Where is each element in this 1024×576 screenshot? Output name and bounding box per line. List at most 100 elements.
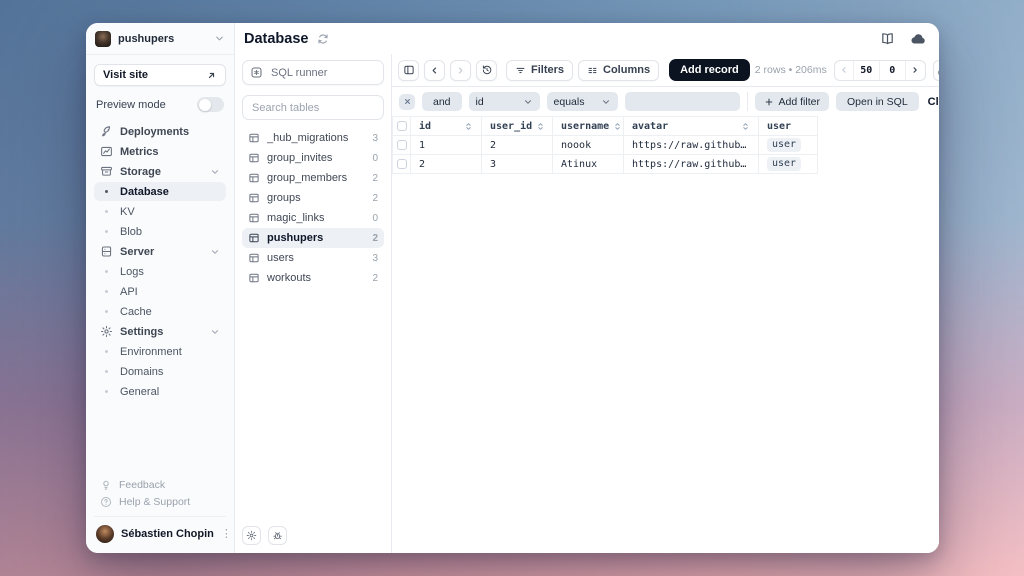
cell-user-id: 2 bbox=[482, 136, 553, 155]
sidebar-item-server[interactable]: Server bbox=[94, 242, 226, 261]
select-all-checkbox[interactable] bbox=[397, 121, 407, 131]
table-row[interactable]: 1 2 noook https://raw.githubusercon… use… bbox=[393, 136, 818, 155]
column-header-id[interactable]: id bbox=[411, 117, 482, 136]
sidebar-item-database[interactable]: Database bbox=[94, 182, 226, 201]
data-toolbar: Filters Columns Add record 2 rows • 206m… bbox=[392, 54, 939, 87]
sidebar-item-blob[interactable]: Blob bbox=[94, 222, 226, 241]
clear-filters-button[interactable]: Clear filters bbox=[926, 96, 939, 108]
sort-icon[interactable] bbox=[613, 122, 622, 131]
rocket-icon bbox=[100, 125, 113, 138]
sidebar-item-storage[interactable]: Storage bbox=[94, 162, 226, 181]
column-header-username[interactable]: username bbox=[553, 117, 624, 136]
row-count: 0 bbox=[372, 153, 378, 164]
tables-panel: SQL runner _hub_migrations 3 group_invit… bbox=[235, 54, 392, 553]
column-header-avatar[interactable]: avatar bbox=[624, 117, 759, 136]
preview-mode-toggle[interactable] bbox=[197, 97, 224, 112]
table-icon bbox=[248, 272, 260, 284]
cell-id: 2 bbox=[411, 155, 482, 174]
chart-icon bbox=[100, 145, 113, 158]
report-bug-button[interactable] bbox=[268, 526, 287, 545]
user-menu[interactable]: Sébastien Chopin ⋮ bbox=[94, 516, 226, 545]
cell-avatar: https://raw.githubusercon… bbox=[624, 136, 759, 155]
cell-username: Atinux bbox=[553, 155, 624, 174]
sql-runner-button[interactable]: SQL runner bbox=[242, 60, 384, 85]
table-item-groups[interactable]: groups 2 bbox=[242, 188, 384, 208]
row-count: 2 bbox=[372, 193, 378, 204]
sidebar-item-metrics[interactable]: Metrics bbox=[94, 142, 226, 161]
sidebar-item-kv[interactable]: KV bbox=[94, 202, 226, 221]
sort-icon[interactable] bbox=[741, 122, 750, 131]
ellipsis-vertical-icon[interactable]: ⋮ bbox=[221, 532, 231, 537]
help-support-link[interactable]: Help & Support bbox=[94, 493, 226, 510]
close-icon bbox=[403, 97, 412, 106]
page-prev-button[interactable] bbox=[835, 61, 854, 80]
add-filter-button[interactable]: Add filter bbox=[755, 92, 829, 111]
refresh-icon[interactable] bbox=[317, 33, 329, 45]
open-in-sql-button[interactable]: Open in SQL bbox=[836, 92, 919, 111]
table-item-group-invites[interactable]: group_invites 0 bbox=[242, 148, 384, 168]
feedback-link[interactable]: Feedback bbox=[94, 476, 226, 493]
table-icon bbox=[248, 212, 260, 224]
row-checkbox[interactable] bbox=[397, 159, 407, 169]
sidebar-item-environment[interactable]: Environment bbox=[94, 342, 226, 361]
cell-user: user bbox=[759, 155, 818, 174]
table-icon bbox=[248, 232, 260, 244]
history-button[interactable] bbox=[476, 60, 497, 81]
header-row: id user_id username avatar user bbox=[393, 117, 818, 136]
search-tables-input[interactable] bbox=[245, 102, 381, 114]
refresh-rows-button[interactable] bbox=[933, 60, 939, 81]
visit-site-button[interactable]: Visit site bbox=[94, 64, 226, 86]
column-header-user[interactable]: user bbox=[759, 117, 818, 136]
workspace-selector[interactable]: pushupers bbox=[86, 23, 234, 55]
book-open-icon[interactable] bbox=[880, 31, 895, 46]
columns-button[interactable]: Columns bbox=[578, 60, 659, 81]
table-item-workouts[interactable]: workouts 2 bbox=[242, 268, 384, 288]
result-stats: 2 rows • 206ms bbox=[755, 64, 827, 76]
page-number-value[interactable]: 0 bbox=[880, 61, 906, 80]
sidebar-item-logs[interactable]: Logs bbox=[94, 262, 226, 281]
filter-column-select[interactable]: id bbox=[469, 92, 540, 111]
page-size-value[interactable]: 50 bbox=[854, 61, 880, 80]
bullet-icon bbox=[100, 210, 113, 213]
next-table-button[interactable] bbox=[450, 60, 471, 81]
table-item-hub-migrations[interactable]: _hub_migrations 3 bbox=[242, 128, 384, 148]
sidebar-item-api[interactable]: API bbox=[94, 282, 226, 301]
column-header-user-id[interactable]: user_id bbox=[482, 117, 553, 136]
remove-filter-button[interactable] bbox=[399, 94, 415, 110]
sidebar-item-general[interactable]: General bbox=[94, 382, 226, 401]
gear-icon bbox=[100, 325, 113, 338]
sidebar-item-settings[interactable]: Settings bbox=[94, 322, 226, 341]
sidebar-item-deployments[interactable]: Deployments bbox=[94, 122, 226, 141]
toggle-panel-button[interactable] bbox=[398, 60, 419, 81]
sidebar-item-cache[interactable]: Cache bbox=[94, 302, 226, 321]
prev-table-button[interactable] bbox=[424, 60, 445, 81]
cloud-icon[interactable] bbox=[910, 31, 926, 47]
chevron-left-icon bbox=[839, 65, 849, 75]
data-grid: id user_id username avatar user 1 bbox=[392, 116, 818, 174]
filter-icon bbox=[515, 65, 526, 76]
bullet-icon bbox=[100, 290, 113, 293]
filter-operator-select[interactable]: equals bbox=[547, 92, 618, 111]
sidebar-nav: Deployments Metrics Storage Database bbox=[94, 122, 226, 401]
main-header: Database bbox=[235, 23, 939, 54]
filter-value-input[interactable] bbox=[625, 92, 740, 111]
table-item-group-members[interactable]: group_members 2 bbox=[242, 168, 384, 188]
sort-icon[interactable] bbox=[536, 122, 545, 131]
table-row[interactable]: 2 3 Atinux https://raw.githubusercon… us… bbox=[393, 155, 818, 174]
filters-button[interactable]: Filters bbox=[506, 60, 573, 81]
add-record-button[interactable]: Add record bbox=[669, 59, 750, 81]
sidebar-item-domains[interactable]: Domains bbox=[94, 362, 226, 381]
filter-conjunction[interactable]: and bbox=[422, 92, 462, 111]
page-next-button[interactable] bbox=[906, 61, 925, 80]
row-count: 3 bbox=[372, 133, 378, 144]
refresh-icon bbox=[937, 64, 939, 76]
divider bbox=[747, 92, 748, 111]
table-settings-button[interactable] bbox=[242, 526, 261, 545]
table-item-pushupers[interactable]: pushupers 2 bbox=[242, 228, 384, 248]
table-item-users[interactable]: users 3 bbox=[242, 248, 384, 268]
cell-username: noook bbox=[553, 136, 624, 155]
search-tables-box bbox=[242, 95, 384, 120]
table-item-magic-links[interactable]: magic_links 0 bbox=[242, 208, 384, 228]
row-checkbox[interactable] bbox=[397, 140, 407, 150]
sort-icon[interactable] bbox=[464, 122, 473, 131]
